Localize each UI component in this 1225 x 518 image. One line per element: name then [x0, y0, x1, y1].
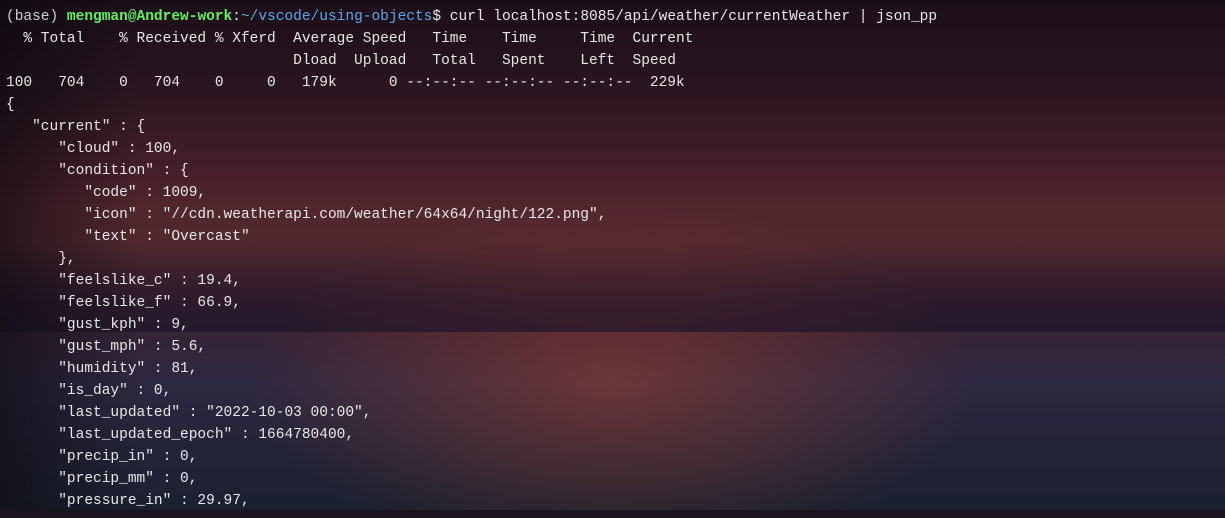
json-line: "pressure_in" : 29.97,: [6, 490, 1219, 512]
curl-progress-line: 100 704 0 704 0 0 179k 0 --:--:-- --:--:…: [6, 72, 1219, 94]
json-line: },: [6, 248, 1219, 270]
json-line: "precip_mm" : 0,: [6, 468, 1219, 490]
json-line: "condition" : {: [6, 160, 1219, 182]
json-line: "gust_mph" : 5.6,: [6, 336, 1219, 358]
json-line: {: [6, 94, 1219, 116]
json-line: "feelslike_c" : 19.4,: [6, 270, 1219, 292]
json-output: { "current" : { "cloud" : 100, "conditio…: [6, 94, 1219, 512]
json-line: "is_day" : 0,: [6, 380, 1219, 402]
command-text: curl localhost:8085/api/weather/currentW…: [450, 9, 937, 25]
json-line: "cloud" : 100,: [6, 138, 1219, 160]
terminal-output[interactable]: (base) mengman@Andrew-work:~/vscode/usin…: [0, 0, 1225, 518]
curl-header-1: % Total % Received % Xferd Average Speed…: [6, 28, 1219, 50]
json-line: "text" : "Overcast": [6, 226, 1219, 248]
json-line: "feelslike_f" : 66.9,: [6, 292, 1219, 314]
conda-env-open: (: [6, 9, 15, 25]
json-line: "last_updated" : "2022-10-03 00:00",: [6, 402, 1219, 424]
json-line: "humidity" : 81,: [6, 358, 1219, 380]
prompt-sigil: $: [432, 9, 449, 25]
cwd-path: ~/vscode/using-objects: [241, 9, 432, 25]
json-line: "icon" : "//cdn.weatherapi.com/weather/6…: [6, 204, 1219, 226]
conda-env-close: ): [50, 9, 67, 25]
prompt-line: (base) mengman@Andrew-work:~/vscode/usin…: [6, 6, 1219, 28]
json-line: "gust_kph" : 9,: [6, 314, 1219, 336]
json-line: "code" : 1009,: [6, 182, 1219, 204]
json-line: "precip_in" : 0,: [6, 446, 1219, 468]
conda-env-name: base: [15, 9, 50, 25]
prompt-colon: :: [232, 9, 241, 25]
user-host: mengman@Andrew-work: [67, 9, 232, 25]
json-line: "last_updated_epoch" : 1664780400,: [6, 424, 1219, 446]
curl-header-2: Dload Upload Total Spent Left Speed: [6, 50, 1219, 72]
json-line: "current" : {: [6, 116, 1219, 138]
